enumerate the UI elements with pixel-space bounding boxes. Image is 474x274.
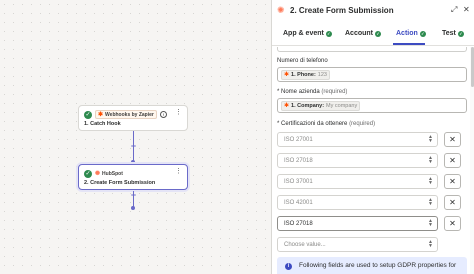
close-icon[interactable]: ✕ (463, 5, 470, 15)
app-name: HubSpot (102, 170, 123, 177)
certification-select[interactable]: ISO 27018 ▲ ▼ (277, 216, 438, 231)
info-circle-icon: ! (159, 111, 167, 118)
certification-select[interactable]: ISO 42001 ▲ ▼ (277, 195, 438, 210)
chevron-up-down-icon: ▲ ▼ (428, 176, 433, 186)
tab-test[interactable]: Test ✓ (442, 30, 464, 37)
certification-select[interactable]: ISO 27018 ▲ ▼ (277, 153, 438, 168)
certification-new-value-select[interactable]: Choose value... ▲ ▼ (277, 237, 438, 252)
step-tabs: App & event ✓ Account ✓ Action ✓ Test ✓ (272, 27, 474, 46)
certification-select[interactable]: ISO 27001 ▲ ▼ (277, 132, 438, 147)
step-menu-icon[interactable]: ⋮ (175, 168, 182, 176)
step-node-header: ✓ ✱ Webhooks by Zapier ! (84, 110, 167, 119)
zap-canvas[interactable]: ✓ ✱ Webhooks by Zapier ! ⋮ 1. Catch Hook… (0, 0, 271, 274)
hubspot-icon: ✺ (277, 5, 285, 15)
webhook-icon: ✱ (284, 72, 290, 78)
step-node-create-form-submission[interactable]: ✓ ✺ HubSpot ⋮ 2. Create Form Submission (78, 164, 188, 190)
active-tab-indicator (393, 43, 425, 45)
remove-value-button[interactable]: ✕ (444, 216, 461, 231)
previous-field-fragment (277, 47, 467, 52)
step-title: 1. Catch Hook (84, 121, 121, 127)
check-circle-icon: ✓ (325, 30, 332, 37)
chevron-up-down-icon: ▲ ▼ (428, 218, 433, 228)
remove-value-button[interactable]: ✕ (444, 132, 461, 147)
chevron-up-down-icon: ▲ ▼ (428, 134, 433, 144)
remove-value-button[interactable]: ✕ (444, 174, 461, 189)
check-circle-icon: ✓ (375, 30, 381, 37)
step-node-catch-hook[interactable]: ✓ ✱ Webhooks by Zapier ! ⋮ 1. Catch Hook (78, 105, 188, 131)
certification-select[interactable]: ISO 37001 ▲ ▼ (277, 174, 438, 189)
add-step-plus-icon[interactable]: + (129, 142, 138, 151)
app-chip-hubspot: ✺ HubSpot (95, 169, 123, 178)
app-name: Webhooks by Zapier (105, 111, 154, 118)
step-title: 2. Create Form Submission (84, 180, 156, 186)
tab-action[interactable]: Action ✓ (396, 30, 426, 37)
action-form[interactable]: Numero di telefono ✱ 1. Phone: 123 * Nom… (272, 47, 470, 274)
hubspot-icon: ✺ (95, 170, 101, 177)
chevron-up-down-icon: ▲ ▼ (428, 197, 433, 207)
certifications-field-label: * Certificazioni da ottenere (required) (277, 121, 376, 127)
tab-label: Account (345, 30, 373, 37)
panel-title: 2. Create Form Submission (290, 6, 394, 15)
remove-value-button[interactable]: ✕ (444, 195, 461, 210)
chevron-up-down-icon: ▲ ▼ (428, 239, 433, 249)
webhook-icon: ✱ (98, 111, 104, 118)
webhook-icon: ✱ (284, 103, 290, 109)
expand-icon[interactable]: ⤢ (451, 5, 457, 15)
company-field[interactable]: ✱ 1. Company: My company (277, 98, 467, 113)
gdpr-info-banner: i Following fields are used to setup GDP… (277, 257, 467, 274)
info-icon: i (285, 263, 292, 270)
check-circle-icon: ✓ (84, 110, 92, 119)
chevron-up-down-icon: ▲ ▼ (428, 155, 433, 165)
check-circle-icon: ✓ (419, 30, 426, 37)
tab-label: Test (442, 30, 456, 37)
app-chip-webhooks: ✱ Webhooks by Zapier (95, 110, 157, 119)
connector-dot (131, 206, 135, 210)
panel-header: ✺ 2. Create Form Submission ⤢ ✕ (272, 0, 474, 21)
remove-value-button[interactable]: ✕ (444, 153, 461, 168)
mapped-field-pill[interactable]: ✱ 1. Company: My company (281, 101, 361, 111)
mapped-field-pill[interactable]: ✱ 1. Phone: 123 (281, 70, 330, 80)
step-node-header: ✓ ✺ HubSpot (84, 169, 123, 178)
add-step-plus-icon[interactable]: + (129, 191, 138, 200)
tab-account[interactable]: Account ✓ (345, 30, 381, 37)
tab-label: App & event (283, 30, 324, 37)
panel-scrollbar[interactable] (470, 47, 474, 274)
tab-label: Action (396, 30, 418, 37)
phone-field[interactable]: ✱ 1. Phone: 123 (277, 67, 467, 82)
step-menu-icon[interactable]: ⋮ (175, 109, 182, 117)
check-circle-icon: ✓ (457, 30, 464, 37)
tab-app-and-event[interactable]: App & event ✓ (283, 30, 332, 37)
info-text: Following fields are used to setup GDPR … (299, 262, 457, 269)
phone-field-label: Numero di telefono (277, 58, 328, 64)
step-editor-panel: ✺ 2. Create Form Submission ⤢ ✕ App & ev… (271, 0, 474, 274)
check-circle-icon: ✓ (84, 169, 92, 178)
company-field-label: * Nome azienda (required) (277, 89, 348, 95)
